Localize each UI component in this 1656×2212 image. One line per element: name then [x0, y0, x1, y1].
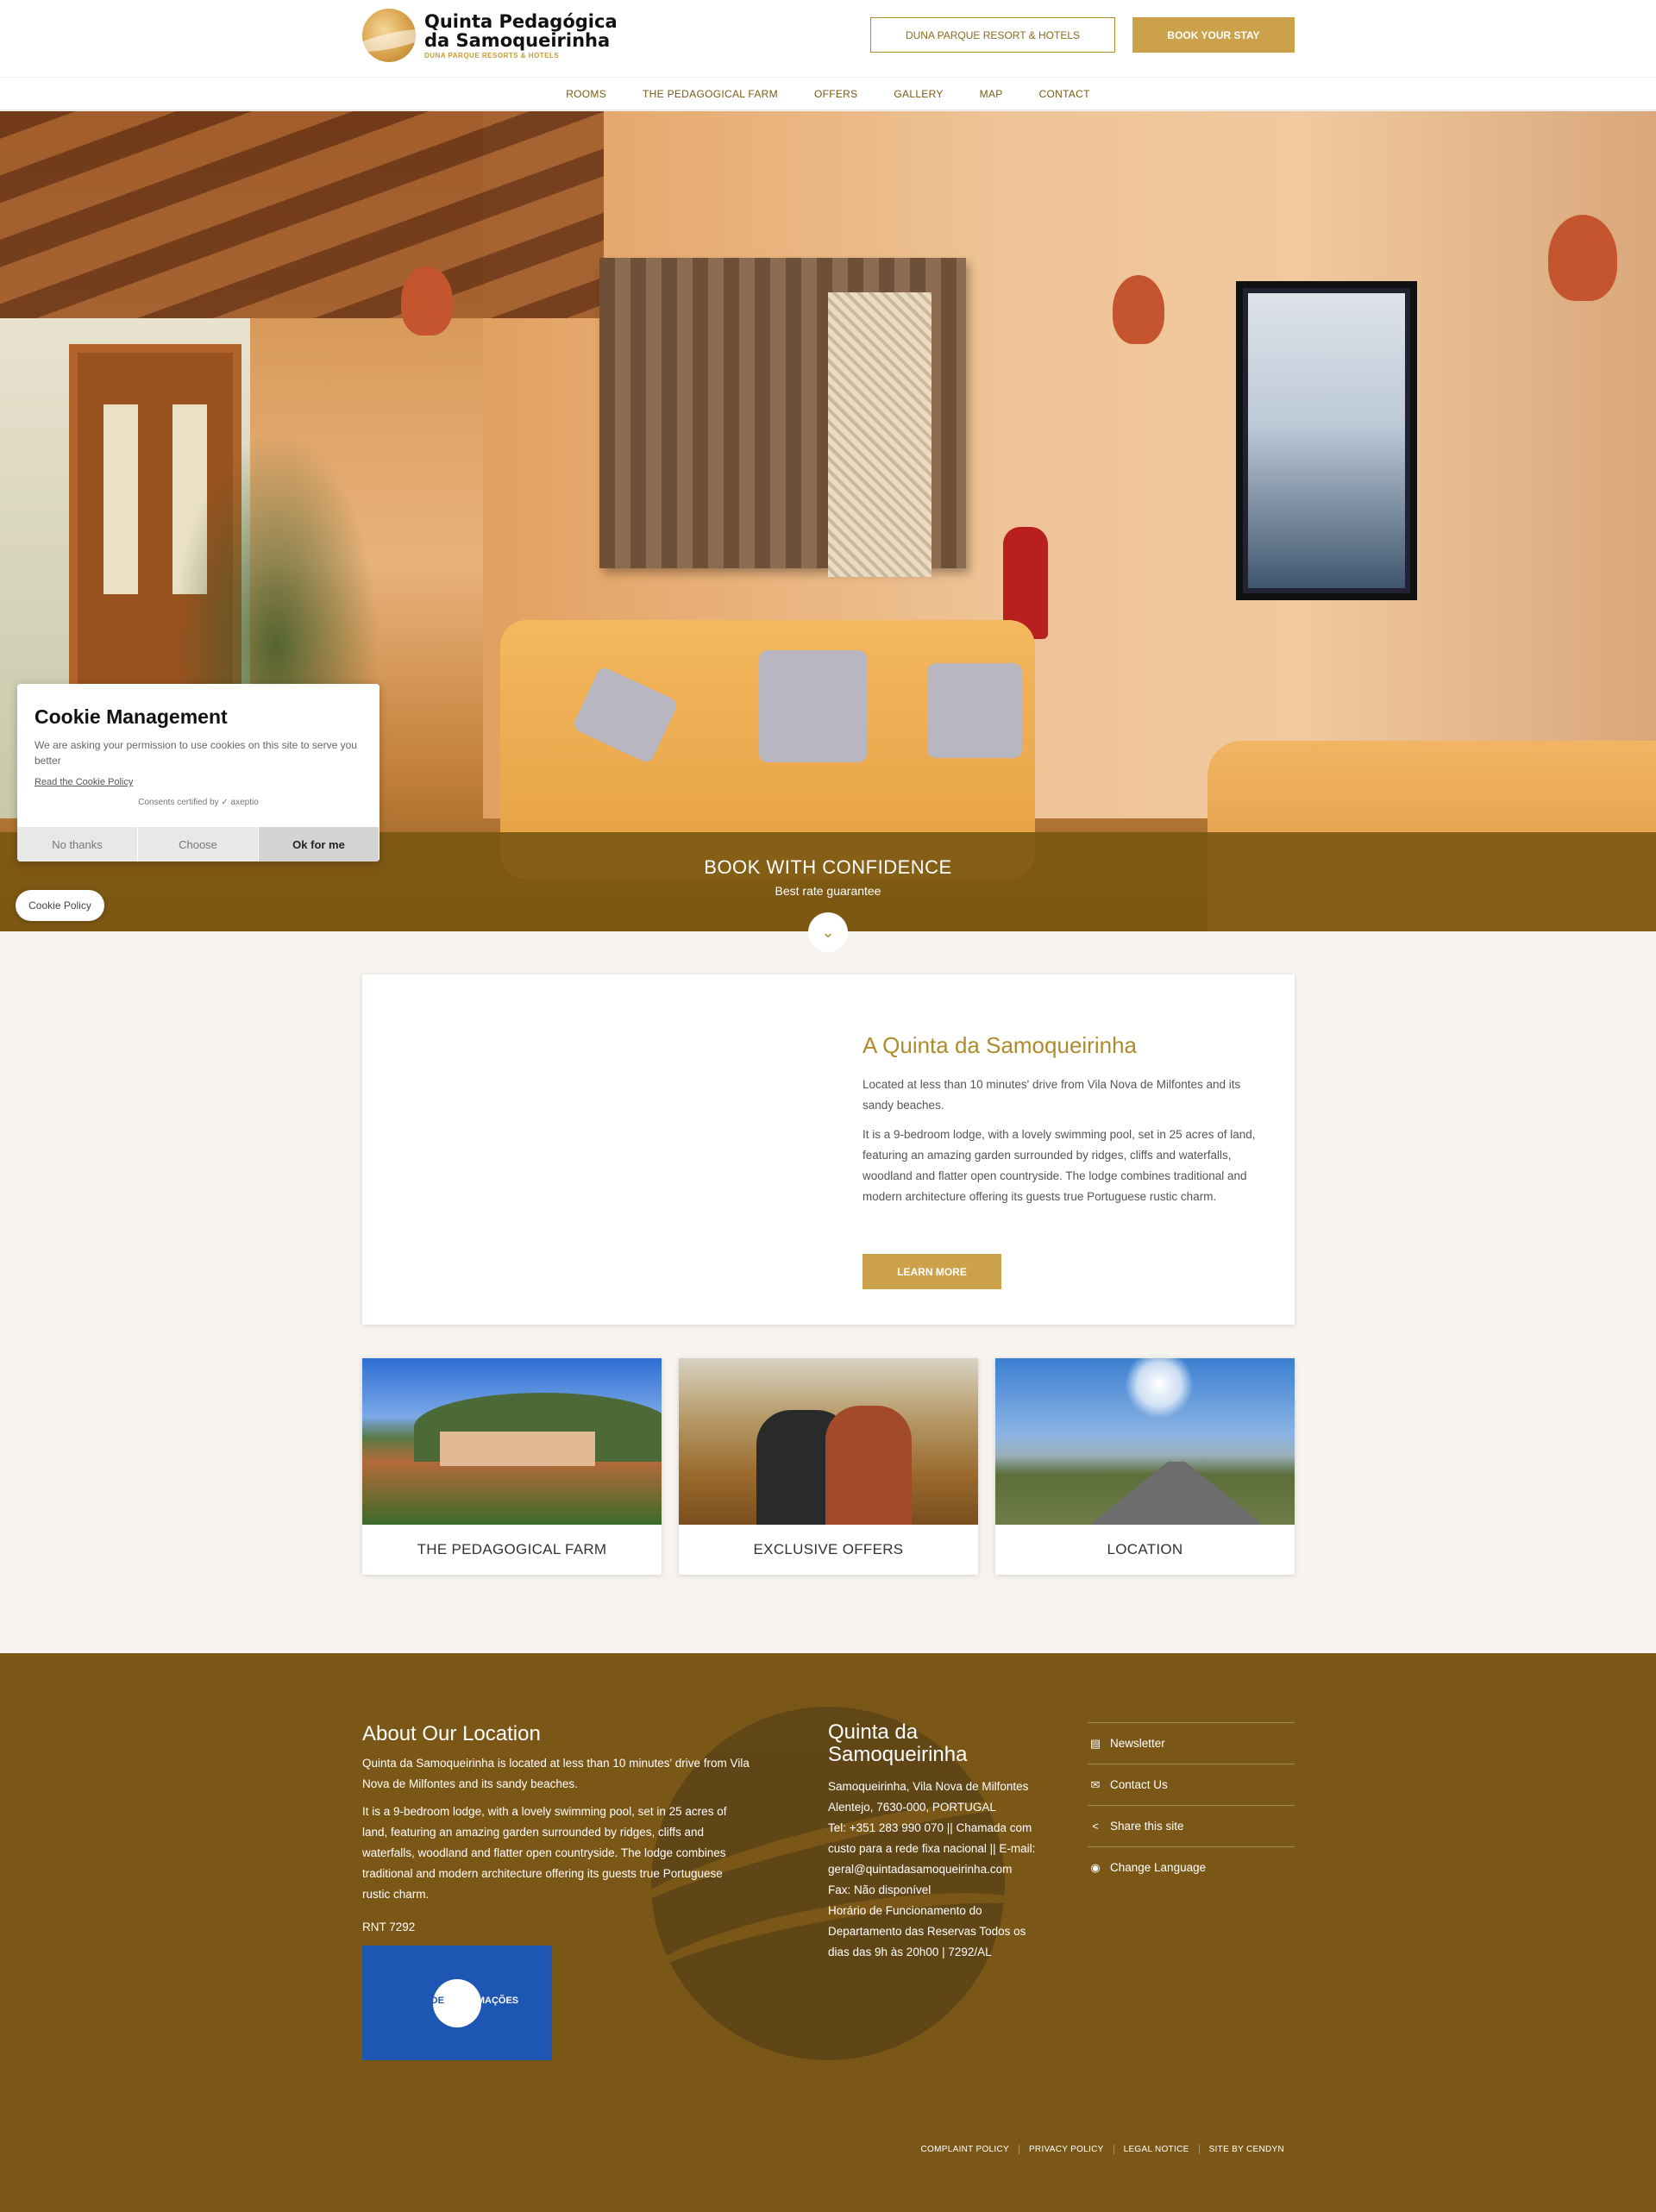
feature-card-location[interactable]: LOCATION [995, 1358, 1295, 1575]
contact-line: Samoqueirinha, Vila Nova de Milfontes [828, 1780, 1029, 1793]
learn-more-button[interactable]: LEARN MORE [862, 1254, 1001, 1289]
contact-line: dias das 9h às 20h00 | 7292/AL [828, 1946, 992, 1958]
about-paragraph-1: Located at less than 10 minutes' drive f… [862, 1078, 1241, 1112]
cookie-dialog: Cookie Management We are asking your per… [17, 684, 380, 862]
hero-subtitle: Best rate guarantee [775, 884, 881, 898]
feature-label: LOCATION [1107, 1541, 1183, 1557]
footer-link-label: Share this site [1110, 1820, 1184, 1833]
cookie-ok-button[interactable]: Ok for me [259, 827, 380, 862]
footer-link-label: Change Language [1110, 1861, 1207, 1874]
footer-link-share[interactable]: < Share this site [1088, 1805, 1295, 1846]
footer-about-title: About Our Location [362, 1722, 541, 1745]
complaint-policy-link[interactable]: COMPLAINT POLICY [912, 2145, 1019, 2154]
logo-subtitle: DUNA PARQUE RESORTS & HOTELS [424, 51, 560, 60]
about-paragraph-2: It is a 9-bedroom lodge, with a lovely s… [862, 1128, 1256, 1203]
cookie-no-thanks-button[interactable]: No thanks [17, 827, 138, 862]
livro-reclamacoes-badge[interactable]: LIVRO DERECLAMAÇÕES [362, 1946, 552, 2060]
contact-email[interactable]: geral@quintadasamoqueirinha.com [828, 1859, 1052, 1880]
hero-wall-jug [1113, 275, 1164, 344]
livro-label-a: LIVRO DE [399, 1996, 444, 2006]
about-title: A Quinta da Samoqueirinha [862, 1032, 1137, 1058]
site-by-cendyn-link[interactable]: SITE BY CENDYN [1198, 2145, 1294, 2154]
hero-ceiling-beams [0, 111, 604, 318]
footer-links: ▤ Newsletter ✉ Contact Us < Share this s… [1088, 1722, 1295, 1888]
resort-hotels-button[interactable]: DUNA PARQUE RESORT & HOTELS [870, 17, 1115, 53]
footer-rnt: RNT 7292 [362, 1921, 416, 1933]
hero-poster [1236, 281, 1417, 600]
footer-link-change-language[interactable]: ◉ Change Language [1088, 1846, 1295, 1888]
feature-label: THE PEDAGOGICAL FARM [417, 1541, 607, 1557]
share-icon: < [1092, 1820, 1099, 1833]
cookie-text: We are asking your permission to use coo… [34, 739, 357, 767]
location-image [995, 1358, 1295, 1525]
hero-pillow [927, 663, 1022, 758]
cookie-policy-button[interactable]: Cookie Policy [16, 890, 104, 921]
privacy-policy-link[interactable]: PRIVACY POLICY [1018, 2145, 1113, 2154]
contact-line: Alentejo, 7630-000, PORTUGAL [828, 1801, 996, 1814]
hero-wall-jug [401, 266, 453, 335]
main-nav: ROOMS THE PEDAGOGICAL FARM OFFERS GALLER… [0, 78, 1656, 110]
footer-link-label: Newsletter [1110, 1737, 1165, 1750]
footer-about-p1: Quinta da Samoqueirinha is located at le… [362, 1757, 750, 1790]
book-your-stay-button[interactable]: BOOK YOUR STAY [1132, 17, 1295, 53]
cookie-title: Cookie Management [34, 705, 228, 728]
legal-notice-link[interactable]: LEGAL NOTICE [1113, 2145, 1199, 2154]
logo-emblem-icon [362, 9, 416, 62]
envelope-icon: ✉ [1090, 1777, 1101, 1791]
nav-item-pedagogical-farm[interactable]: THE PEDAGOGICAL FARM [643, 88, 778, 100]
read-cookie-policy-link[interactable]: Read the Cookie Policy [34, 777, 362, 787]
footer-link-newsletter[interactable]: ▤ Newsletter [1088, 1722, 1295, 1764]
site-logo[interactable]: Quinta Pedagógica da Samoqueirinha DUNA … [362, 9, 623, 62]
feature-card-offers[interactable]: EXCLUSIVE OFFERS [679, 1358, 978, 1575]
nav-item-gallery[interactable]: GALLERY [894, 88, 943, 100]
cookie-choose-button[interactable]: Choose [138, 827, 259, 862]
contact-line: Tel: +351 283 990 070 || Chamada com [828, 1821, 1032, 1834]
cookie-certified-text: Consents certified by ✓ axeptio [138, 798, 259, 807]
nav-item-contact[interactable]: CONTACT [1039, 88, 1090, 100]
offers-image [679, 1358, 978, 1525]
about-card: A Quinta da Samoqueirinha Located at les… [362, 974, 1295, 1325]
contact-line: Fax: Não disponível [828, 1883, 932, 1896]
footer-link-contact-us[interactable]: ✉ Contact Us [1088, 1764, 1295, 1805]
globe-icon: ◉ [1090, 1860, 1101, 1874]
hero-wall-jug [1548, 215, 1617, 301]
livro-label-b: RECLAMAÇÕES [443, 1996, 519, 2006]
nav-item-offers[interactable]: OFFERS [814, 88, 857, 100]
footer-bottom-links: COMPLAINT POLICY PRIVACY POLICY LEGAL NO… [912, 2145, 1294, 2154]
nav-item-rooms[interactable]: ROOMS [566, 88, 606, 100]
farm-image [362, 1358, 662, 1525]
nav-item-map[interactable]: MAP [980, 88, 1003, 100]
newsletter-icon: ▤ [1089, 1736, 1101, 1750]
contact-line: Horário de Funcionamento do [828, 1904, 982, 1917]
feature-label: EXCLUSIVE OFFERS [753, 1541, 904, 1557]
hero-pillow [759, 650, 867, 762]
footer-contact: Quinta da Samoqueirinha Samoqueirinha, V… [828, 1721, 1052, 1963]
scroll-down-button[interactable]: ⌄ [808, 912, 848, 952]
footer-link-label: Contact Us [1110, 1778, 1168, 1791]
footer-contact-title: Quinta da Samoqueirinha [828, 1720, 968, 1766]
logo-title: Quinta Pedagógica da Samoqueirinha [424, 10, 618, 51]
hero-macrame [828, 292, 932, 577]
contact-line: Departamento das Reservas Todos os [828, 1925, 1026, 1938]
feature-card-farm[interactable]: THE PEDAGOGICAL FARM [362, 1358, 662, 1575]
chevron-down-icon: ⌄ [821, 923, 835, 941]
site-header: Quinta Pedagógica da Samoqueirinha DUNA … [0, 0, 1656, 78]
footer-about-p2: It is a 9-bedroom lodge, with a lovely s… [362, 1805, 727, 1901]
footer-about: About Our Location Quinta da Samoqueirin… [362, 1722, 750, 1938]
site-footer: About Our Location Quinta da Samoqueirin… [0, 1653, 1656, 2212]
contact-line: custo para a rede fixa nacional || E-mai… [828, 1842, 1036, 1855]
